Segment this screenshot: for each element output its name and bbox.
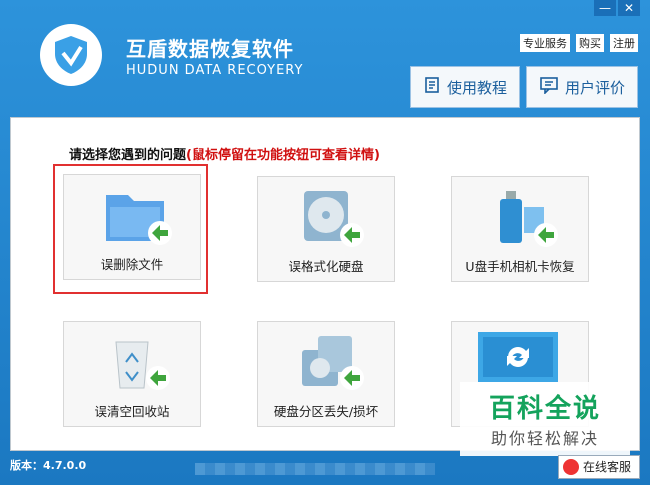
app-window: — ✕ 互盾数据恢复软件 HUDUN DATA RECOYERY 专业服务 购买… [0, 0, 650, 485]
version-label: 版本：4.7.0.0 [10, 459, 87, 472]
usb-card-icon [492, 187, 562, 253]
blurred-region [195, 463, 435, 475]
tile-label: 硬盘分区丢失/损坏 [273, 404, 379, 419]
partition-icon [298, 332, 368, 398]
app-logo [40, 24, 102, 86]
comment-icon [539, 76, 559, 98]
recycle-bin-icon [104, 332, 174, 398]
online-support-button[interactable]: 在线客服 [557, 455, 640, 479]
support-label: 在线客服 [582, 460, 631, 474]
minimize-button[interactable]: — [594, 0, 616, 16]
register-link[interactable]: 注册 [610, 34, 638, 52]
shield-icon [55, 36, 87, 74]
tile-recycle-bin[interactable]: 误清空回收站 [63, 321, 201, 427]
watermark: 百科全说 助你轻松解决 [460, 382, 630, 456]
prompt-main: 请选择您遇到的问题 [69, 148, 187, 163]
top-links: 专业服务 购买 注册 [520, 34, 638, 52]
watermark-subtitle: 助你轻松解决 [490, 429, 599, 448]
status-bar: 版本：4.7.0.0 在线客服 [0, 451, 650, 485]
tutorial-label: 使用教程 [446, 78, 507, 97]
close-button[interactable]: ✕ [618, 0, 640, 16]
watermark-title: 百科全说 [488, 394, 601, 424]
selection-highlight [53, 164, 208, 294]
buy-link[interactable]: 购买 [576, 34, 604, 52]
refresh-icon [478, 332, 558, 386]
tutorial-button[interactable]: 使用教程 [410, 66, 520, 108]
review-label: 用户评价 [564, 78, 625, 97]
tile-usb-card[interactable]: U盘手机相机卡恢复 [451, 176, 589, 282]
tile-format-disk[interactable]: 误格式化硬盘 [257, 176, 395, 282]
prompt-text: 请选择您遇到的问题(鼠标停留在功能按钮可查看详情) [69, 144, 380, 163]
window-controls: — ✕ [594, 0, 640, 16]
prompt-hint: (鼠标停留在功能按钮可查看详情) [186, 148, 380, 163]
pro-service-link[interactable]: 专业服务 [520, 34, 570, 52]
qq-icon [562, 459, 579, 475]
review-button[interactable]: 用户评价 [526, 66, 638, 108]
app-title: 互盾数据恢复软件 [126, 37, 294, 61]
tile-partition[interactable]: 硬盘分区丢失/损坏 [257, 321, 395, 427]
document-icon [423, 76, 441, 98]
tile-label: U盘手机相机卡恢复 [465, 259, 575, 274]
disk-format-icon [298, 187, 368, 253]
tile-label: 误格式化硬盘 [288, 259, 364, 274]
app-subtitle: HUDUN DATA RECOYERY [126, 63, 304, 78]
tile-label: 误清空回收站 [94, 404, 170, 419]
